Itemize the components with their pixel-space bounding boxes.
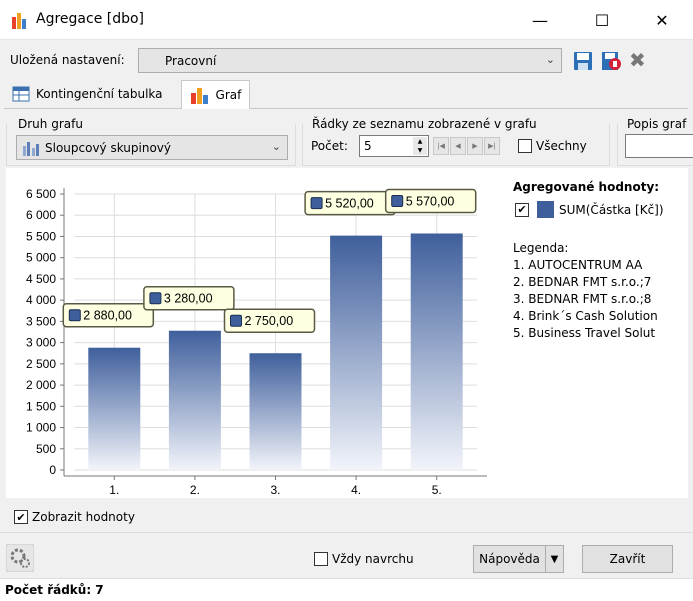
bar <box>330 235 383 470</box>
value-label: 5 570,00 <box>406 194 455 208</box>
legend-title: Legenda: <box>513 241 569 255</box>
x-tick-label: 1. <box>109 483 119 497</box>
y-tick-label: 5 000 <box>26 251 56 265</box>
value-label-swatch <box>310 197 323 210</box>
y-tick-label: 5 500 <box>26 229 56 243</box>
value-label-swatch <box>230 314 242 327</box>
y-tick-label: 1 500 <box>26 399 56 413</box>
always-on-top-label: Vždy navrchu <box>332 552 414 566</box>
bar <box>88 347 141 470</box>
value-label: 5 520,00 <box>325 197 374 211</box>
value-label: 2 750,00 <box>245 314 294 328</box>
value-label: 2 880,00 <box>83 309 132 323</box>
aggregated-title: Agregované hodnoty: <box>513 180 660 194</box>
help-button-label: Nápověda <box>479 552 540 566</box>
y-tick-label: 2 500 <box>26 357 56 371</box>
value-label-swatch <box>149 292 162 305</box>
x-tick-label: 4. <box>351 483 361 497</box>
x-tick-label: 3. <box>270 483 280 497</box>
series-checkbox[interactable]: ✔ <box>515 202 529 217</box>
y-tick-label: 0 <box>49 463 56 477</box>
series-toggle[interactable]: ✔ SUM(Částka [Kč]) <box>515 201 664 218</box>
y-tick-label: 4 500 <box>26 272 56 286</box>
y-tick-label: 4 000 <box>26 293 56 307</box>
row-count-status: Počet řádků: 7 <box>5 583 104 597</box>
value-label-swatch <box>391 194 404 207</box>
y-tick-label: 2 000 <box>26 378 56 392</box>
legend: Legenda: 1. AUTOCENTRUM AA 2. BEDNAR FMT… <box>513 240 658 342</box>
y-tick-label: 500 <box>36 442 56 456</box>
value-label: 3 280,00 <box>164 292 213 306</box>
checkbox-box[interactable] <box>314 552 328 566</box>
series-name: SUM(Částka [Kč]) <box>559 202 664 217</box>
y-tick-label: 3 000 <box>26 336 56 350</box>
x-tick-label: 2. <box>190 483 200 497</box>
footer-divider <box>0 532 693 533</box>
close-button-label: Zavřít <box>609 552 646 566</box>
x-tick-label: 5. <box>432 483 442 497</box>
legend-item: 5. Business Travel Solut <box>513 326 656 340</box>
close-button[interactable]: Zavřít <box>582 545 673 573</box>
show-values-checkbox[interactable]: ✔ Zobrazit hodnoty <box>14 510 135 524</box>
legend-item: 2. BEDNAR FMT s.r.o.;7 <box>513 275 652 289</box>
bar <box>249 353 302 470</box>
bar <box>168 330 221 470</box>
always-on-top-checkbox[interactable]: Vždy navrchu <box>314 552 414 566</box>
status-bar: Počet řádků: 7 <box>0 578 693 601</box>
legend-item: 3. BEDNAR FMT s.r.o.;8 <box>513 292 652 306</box>
show-values-label: Zobrazit hodnoty <box>32 510 135 524</box>
series-color-swatch <box>537 201 554 218</box>
settings-gear-icon[interactable] <box>6 544 34 572</box>
value-label-swatch <box>68 309 81 322</box>
bar <box>410 233 463 470</box>
legend-item: 1. AUTOCENTRUM AA <box>513 258 643 272</box>
y-tick-label: 3 500 <box>26 314 56 328</box>
y-tick-label: 1 000 <box>26 421 56 435</box>
checkbox-box[interactable]: ✔ <box>14 510 28 524</box>
help-dropdown-icon[interactable]: ▼ <box>545 545 564 573</box>
y-tick-label: 6 500 <box>26 187 56 201</box>
legend-item: 4. Brink´s Cash Solution <box>513 309 658 323</box>
y-tick-label: 6 000 <box>26 208 56 222</box>
help-button[interactable]: Nápověda <box>473 545 545 573</box>
